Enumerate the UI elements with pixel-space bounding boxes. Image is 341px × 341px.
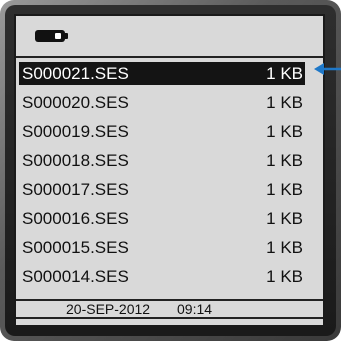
file-row[interactable]: S000019.SES 1 KB <box>19 120 305 143</box>
file-row[interactable]: S000014.SES 1 KB <box>19 265 305 288</box>
battery-level-indicator <box>55 33 61 39</box>
file-row[interactable]: S000017.SES 1 KB <box>19 178 305 201</box>
file-row[interactable]: S000018.SES 1 KB <box>19 149 305 172</box>
file-size: 1 KB <box>266 64 303 83</box>
file-name: S000018.SES <box>22 151 129 170</box>
time-display: 09:14 <box>177 301 213 317</box>
file-name: S000016.SES <box>22 209 129 228</box>
file-name: S000020.SES <box>22 93 129 112</box>
file-size: 1 KB <box>266 267 303 286</box>
file-size: 1 KB <box>266 93 303 112</box>
file-name: S000019.SES <box>22 122 129 141</box>
file-name: S000015.SES <box>22 238 129 257</box>
file-row[interactable]: S000020.SES 1 KB <box>19 91 305 114</box>
file-size: 1 KB <box>266 180 303 199</box>
arrow-left-icon <box>314 63 341 75</box>
file-size: 1 KB <box>266 238 303 257</box>
battery-icon <box>35 30 68 42</box>
file-name: S000017.SES <box>22 180 129 199</box>
file-row[interactable]: S000021.SES 1 KB <box>19 62 305 85</box>
battery-terminal <box>65 33 68 39</box>
file-size: 1 KB <box>266 151 303 170</box>
file-name: S000014.SES <box>22 267 129 286</box>
date-display: 20-SEP-2012 <box>66 301 151 317</box>
datetime-bar: 20-SEP-2012 09:14 <box>16 301 323 317</box>
status-header <box>16 16 323 58</box>
device-screen: S000021.SES 1 KB S000020.SES 1 KB S00001… <box>14 14 325 327</box>
footer-divider-bottom <box>16 317 323 319</box>
file-name: S000021.SES <box>22 64 129 83</box>
file-size: 1 KB <box>266 209 303 228</box>
file-row[interactable]: S000016.SES 1 KB <box>19 207 305 230</box>
file-row[interactable]: S000015.SES 1 KB <box>19 236 305 259</box>
file-size: 1 KB <box>266 122 303 141</box>
